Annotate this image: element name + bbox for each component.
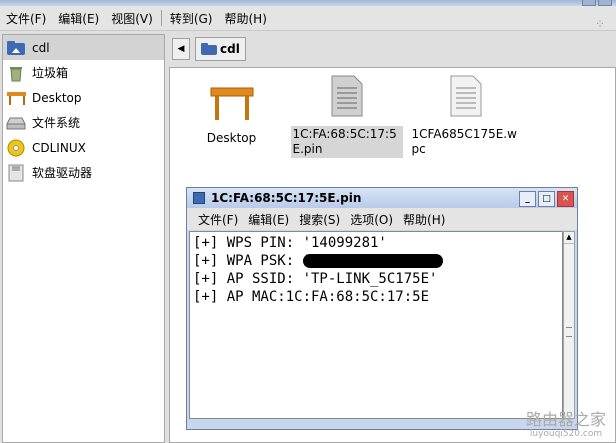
menubar: 文件(F) 编辑(E) 视图(V) 转到(G) 帮助(H) ⁘ [0,6,616,31]
sidebar-item-trash[interactable]: 垃圾箱 [3,60,164,85]
breadcrumb-cdl[interactable]: cdl [195,37,246,61]
file-label: 1CFA685C175E.wpc [411,127,517,156]
sidebar-item-cdl[interactable]: cdl [3,35,164,60]
text-editor-window: 1C:FA:68:5C:17:5E.pin _ □ ✕ 文件(F) 编辑(E) … [186,187,578,430]
menu-separator [160,10,162,26]
editor-title: 1C:FA:68:5C:17:5E.pin [211,191,362,205]
editor-menu-options[interactable]: 选项(O) [345,211,398,228]
file-item-wpc[interactable]: 1CFA685C175E.wpc [408,74,523,158]
menu-view[interactable]: 视图(V) [105,10,159,27]
document-icon [193,192,205,204]
sidebar-item-label: Desktop [32,90,82,105]
editor-menu-search[interactable]: 搜索(S) [294,211,345,228]
scroll-up-icon[interactable]: ▲ [564,232,574,244]
text-document-icon [450,75,481,117]
text-line: [+] AP MAC:1C:FA:68:5C:17:5E [193,289,430,305]
scrollbar-grip[interactable] [566,327,572,337]
breadcrumb-label: cdl [220,42,240,56]
text-line: [+] WPA PSK: ' [193,252,559,270]
home-folder-icon [201,43,217,55]
sidebar-item-filesystem[interactable]: 文件系统 [3,110,164,135]
editor-scrollbar[interactable]: ▲ [563,231,575,419]
sidebar-item-label: CDLINUX [32,140,86,155]
file-label: Desktop [206,131,257,145]
editor-text-area[interactable]: [+] WPS PIN: '14099281' [+] WPA PSK: ' [… [189,231,563,419]
menu-go[interactable]: 转到(G) [164,10,219,27]
editor-window-controls: _ □ ✕ [519,191,574,207]
trash-icon [6,64,26,82]
sidebar-item-cdlinux[interactable]: CDLINUX [3,135,164,160]
drive-icon [6,114,26,132]
places-sidebar: cdl 垃圾箱 Desktop 文件系统 CDLINUX 软盘驱动器 [2,34,165,443]
activity-spinner-icon: ⁘ [594,17,606,31]
watermark-title: 路由器之家 [525,410,606,429]
editor-menu-file[interactable]: 文件(F) [193,211,243,228]
sidebar-item-label: 软盘驱动器 [32,166,93,180]
text-line: [+] WPS PIN: '14099281' [193,235,387,251]
sidebar-item-desktop[interactable]: Desktop [3,85,164,110]
watermark: 路由器之家 luyouqi520.com [525,410,606,440]
sidebar-item-label: 文件系统 [32,116,81,130]
watermark-url: luyouqi520.com [529,429,603,439]
menu-help[interactable]: 帮助(H) [218,10,272,27]
cdrom-icon [6,139,26,157]
sidebar-item-floppy[interactable]: 软盘驱动器 [3,160,164,185]
redaction-mark [303,254,444,268]
editor-menu-help[interactable]: 帮助(H) [398,211,450,228]
editor-menubar: 文件(F) 编辑(E) 搜索(S) 选项(O) 帮助(H) [187,208,577,230]
text-line: [+] AP SSID: 'TP-LINK_5C175E' [193,271,438,287]
text-line-content: [+] WPA PSK: ' [193,253,312,269]
file-label: 1C:FA:68:5C:17:5E.pin [290,126,403,158]
floppy-icon [6,164,26,182]
home-folder-icon [6,39,26,57]
desktop-table-icon [6,89,26,107]
sidebar-item-label: 垃圾箱 [32,66,69,80]
sidebar-item-label: cdl [32,40,50,55]
back-arrow-icon[interactable]: ◀ [172,38,190,60]
text-document-icon [331,75,362,117]
close-icon[interactable]: ✕ [557,191,574,207]
file-item-desktop[interactable]: Desktop [174,84,289,147]
maximize-icon[interactable]: □ [538,191,555,207]
location-bar: ◀ cdl [168,34,616,64]
editor-menu-edit[interactable]: 编辑(E) [243,211,294,228]
editor-titlebar[interactable]: 1C:FA:68:5C:17:5E.pin _ □ ✕ [187,188,577,208]
minimize-icon[interactable]: _ [519,191,536,207]
file-item-pin[interactable]: 1C:FA:68:5C:17:5E.pin [289,74,404,158]
menu-file[interactable]: 文件(F) [0,10,52,27]
menu-edit[interactable]: 编辑(E) [52,10,105,27]
desktop-table-icon [210,87,253,120]
